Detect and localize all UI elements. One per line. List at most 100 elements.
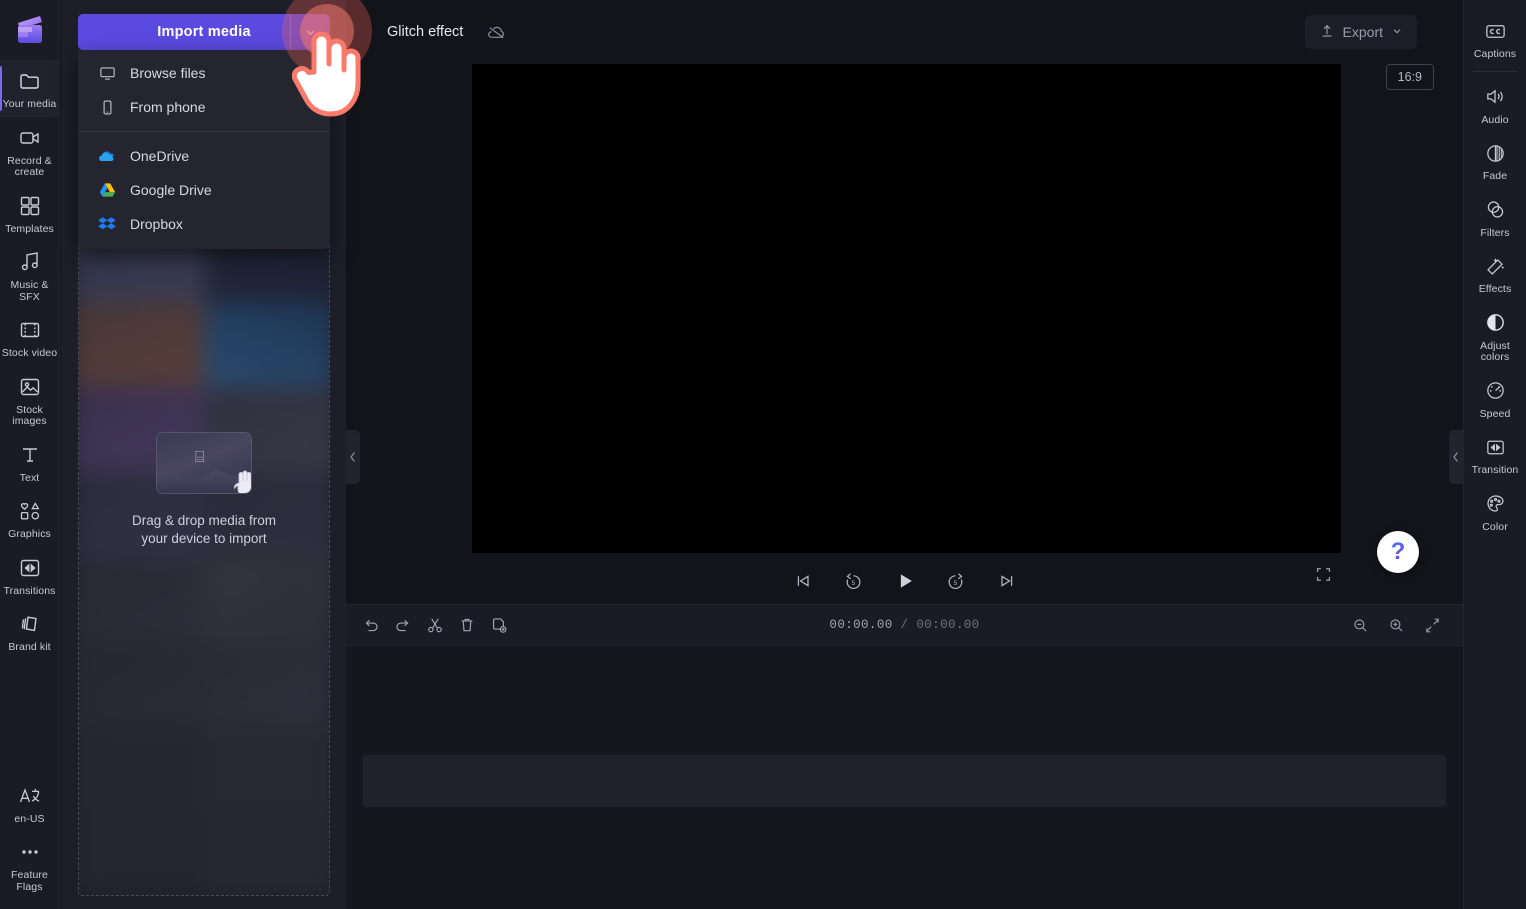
import-media-button[interactable]: Import media xyxy=(78,14,330,50)
aspect-ratio-badge[interactable]: 16:9 xyxy=(1385,64,1434,90)
split-button[interactable] xyxy=(420,610,450,640)
rail-divider xyxy=(1473,70,1517,72)
skip-to-start-button[interactable] xyxy=(790,568,816,594)
fit-to-screen-button[interactable] xyxy=(1417,610,1447,640)
sidebar-item-brand-kit[interactable]: Brand kit xyxy=(0,603,60,660)
undo-button[interactable] xyxy=(356,610,386,640)
timeline-tools xyxy=(356,610,514,640)
menu-item-label: Google Drive xyxy=(130,182,212,198)
sidebar-item-feature-flags[interactable]: Feature Flags xyxy=(0,831,60,899)
redo-button[interactable] xyxy=(388,610,418,640)
property-item-fade[interactable]: Fade xyxy=(1465,132,1525,189)
menu-item-google-drive[interactable]: Google Drive xyxy=(78,173,330,207)
project-title[interactable]: Glitch effect xyxy=(375,18,475,46)
fullscreen-icon[interactable] xyxy=(1315,566,1332,588)
help-button[interactable]: ? xyxy=(1377,531,1419,573)
speaker-icon xyxy=(1484,84,1507,110)
forward-5s-button[interactable]: 5 xyxy=(943,568,969,594)
shapes-icon xyxy=(18,498,42,524)
sidebar-item-label: Templates xyxy=(5,222,54,235)
menu-item-dropbox[interactable]: Dropbox xyxy=(78,207,330,241)
thumbnail-tile xyxy=(79,726,204,811)
preview-area: 16:9 5 5 ? xyxy=(346,64,1463,604)
thumbnail-tile xyxy=(79,302,204,387)
menu-item-onedrive[interactable]: OneDrive xyxy=(78,139,330,173)
sidebar-item-text[interactable]: Text xyxy=(0,434,60,491)
export-button[interactable]: Export xyxy=(1304,15,1417,49)
rewind-5s-button[interactable]: 5 xyxy=(841,568,867,594)
zoom-in-button[interactable] xyxy=(1381,610,1411,640)
left-sidebar: Your media Record & create Templates Mus… xyxy=(0,0,60,909)
property-item-audio[interactable]: Audio xyxy=(1465,76,1525,133)
sidebar-item-label: Graphics xyxy=(8,528,51,540)
sidebar-item-record-create[interactable]: Record & create xyxy=(0,117,60,185)
sidebar-item-your-media[interactable]: Your media xyxy=(0,60,60,117)
menu-item-label: Browse files xyxy=(130,65,206,81)
property-item-label: Speed xyxy=(1479,407,1511,420)
clipchamp-logo[interactable] xyxy=(0,0,60,60)
property-item-transition[interactable]: Transition xyxy=(1465,426,1525,483)
sidebar-item-language[interactable]: en-US xyxy=(0,775,60,832)
timeline-toolbar: 00:00.00 / 00:00.00 xyxy=(346,604,1463,646)
sidebar-item-graphics[interactable]: Graphics xyxy=(0,490,60,547)
dropzone-line1: Drag & drop media from xyxy=(131,513,277,528)
sidebar-item-stock-images[interactable]: Stock images xyxy=(0,366,60,434)
sidebar-item-transitions[interactable]: Transitions xyxy=(0,547,60,604)
property-item-label: Fade xyxy=(1482,170,1508,182)
clipchamp-editor: Your media Record & create Templates Mus… xyxy=(0,0,1526,909)
sidebar-item-stock-video[interactable]: Stock video xyxy=(0,309,60,366)
duplicate-clip-button[interactable] xyxy=(484,610,514,640)
image-icon xyxy=(18,374,42,400)
thumbnail-tile xyxy=(204,556,329,642)
chevron-down-icon xyxy=(1391,24,1403,40)
svg-text:5: 5 xyxy=(852,580,856,587)
top-toolbar: Glitch effect Export xyxy=(346,0,1463,64)
timeline[interactable] xyxy=(346,646,1463,909)
thumbnail-glyph: ⌸ xyxy=(195,449,205,466)
chevron-down-icon[interactable] xyxy=(290,14,330,50)
thumbnail-tile xyxy=(79,556,204,642)
property-item-captions[interactable]: Captions xyxy=(1465,10,1525,67)
collapse-right-panel-handle[interactable] xyxy=(1449,430,1463,484)
speedometer-icon xyxy=(1484,378,1507,404)
collapse-left-panel-handle[interactable] xyxy=(346,430,360,484)
property-item-label: Color xyxy=(1482,520,1508,533)
menu-item-label: Dropbox xyxy=(130,216,183,232)
thumbnail-tile xyxy=(204,641,329,727)
dropzone-message: ⌸ Drag & drop media from your device to … xyxy=(79,432,329,548)
property-item-color[interactable]: Color xyxy=(1465,483,1525,540)
transition-icon xyxy=(1484,434,1507,460)
sidebar-item-label: Brand kit xyxy=(8,641,51,653)
play-button[interactable] xyxy=(892,568,918,594)
skip-to-end-button[interactable] xyxy=(994,568,1020,594)
import-media-label: Import media xyxy=(157,24,251,40)
sidebar-item-label: en-US xyxy=(14,812,45,825)
property-item-effects[interactable]: Effects xyxy=(1465,245,1525,302)
zoom-out-button[interactable] xyxy=(1345,610,1375,640)
sidebar-item-templates[interactable]: Templates xyxy=(0,185,60,242)
property-item-adjust-colors[interactable]: Adjust colors xyxy=(1465,302,1525,370)
sidebar-item-label: Your media xyxy=(2,98,57,110)
delete-button[interactable] xyxy=(452,610,482,640)
transition-icon xyxy=(18,555,42,581)
menu-item-from-phone[interactable]: From phone xyxy=(78,90,330,124)
music-note-icon xyxy=(18,249,42,275)
property-item-filters[interactable]: Filters xyxy=(1465,189,1525,246)
fade-circle-icon xyxy=(1484,140,1507,166)
sidebar-item-label: Stock images xyxy=(12,403,47,427)
folder-icon xyxy=(18,68,42,94)
right-sidebar: Captions Audio Fade Filters Effects Adju… xyxy=(1463,0,1526,909)
sidebar-item-music-sfx[interactable]: Music & SFX xyxy=(0,241,60,309)
brand-kit-icon xyxy=(18,611,42,637)
film-strip-icon xyxy=(18,317,42,343)
video-preview-canvas[interactable] xyxy=(472,64,1341,553)
current-time: 00:00.00 xyxy=(829,618,893,632)
closed-caption-icon xyxy=(1484,18,1507,44)
ellipsis-icon xyxy=(18,839,42,865)
cloud-off-icon[interactable] xyxy=(481,17,511,47)
menu-item-browse-files[interactable]: Browse files xyxy=(78,56,330,90)
media-dropzone[interactable]: ⌸ Drag & drop media from your device to … xyxy=(78,236,330,896)
property-item-speed[interactable]: Speed xyxy=(1465,370,1525,427)
timeline-track-row[interactable] xyxy=(363,755,1446,807)
thumbnail-tile xyxy=(204,726,329,811)
